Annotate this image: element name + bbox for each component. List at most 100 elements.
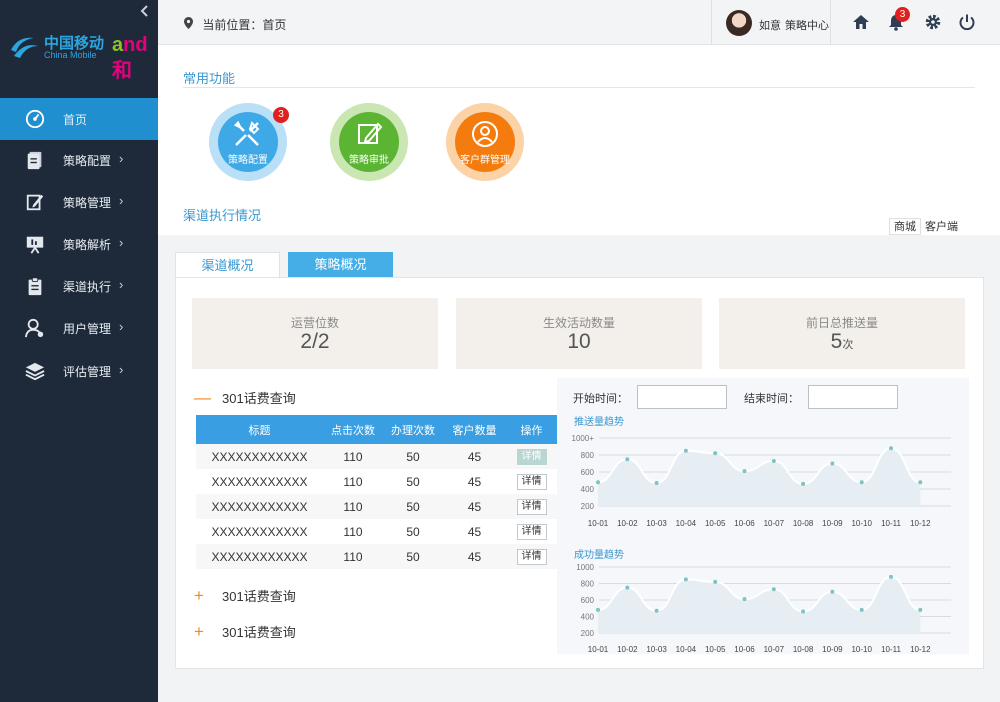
x-tick-label: 10-06 [734, 645, 755, 654]
y-tick-label: 200 [581, 502, 595, 511]
sidebar-item-strategy-analysis[interactable]: 策略解析 › [0, 223, 158, 265]
table-header: 客户数量 [443, 415, 506, 444]
sidebar-item-label: 评估管理 [63, 365, 112, 379]
segment-client[interactable]: 客户端 [921, 219, 962, 236]
clipboard-icon [28, 277, 42, 296]
table-header: 办理次数 [383, 415, 443, 444]
quick-strategy-approval-button[interactable]: 策略审批 [330, 103, 408, 181]
group-header-expanded[interactable]: — 301话费查询 [194, 388, 296, 408]
user-circle-icon [472, 121, 498, 147]
success-trend-chart: 1000 800 600 400 200 10-01 10-02 10-03 10-04 10-0… [576, 563, 951, 654]
table-row: XXXXXXXXXXXX 110 50 45 详情 [196, 519, 557, 544]
table-cell: 110 [343, 524, 363, 539]
presentation-icon [26, 236, 44, 254]
quick-function-label: 客户群管理 [460, 155, 510, 166]
x-tick-label: 10-02 [617, 645, 638, 654]
group-header-collapsed[interactable]: +301话费查询 [194, 622, 296, 642]
plus-icon: + [194, 586, 204, 605]
end-time-input[interactable] [808, 385, 898, 409]
notification-badge: 3 [895, 7, 910, 22]
x-tick-label: 10-12 [910, 645, 931, 654]
chevron-right-icon: › [119, 277, 124, 292]
kpi-value: 10 [567, 330, 591, 353]
kpi-card: 前日总推送量 5次 [719, 298, 965, 369]
data-point [918, 480, 923, 485]
x-tick-label: 10-05 [705, 645, 726, 654]
table-cell: 45 [443, 544, 506, 569]
sidebar-item-evaluation[interactable]: 评估管理 › [0, 350, 158, 392]
sidebar-item-home[interactable]: 首页 [0, 98, 158, 140]
x-tick-label: 10-02 [617, 519, 638, 528]
sidebar-item-strategy-manage[interactable]: 策略管理 › [0, 181, 158, 223]
kpi-value: 2/2 [300, 330, 330, 353]
sidebar-item-channel-exec[interactable]: 渠道执行 › [0, 265, 158, 307]
user-menu[interactable]: 如意 策略中心 [711, 0, 831, 45]
detail-button[interactable]: 详情 [516, 524, 547, 540]
chevron-left-icon[interactable] [140, 4, 150, 20]
data-point [713, 451, 718, 456]
home-icon[interactable] [852, 13, 870, 31]
tab-channel-overview[interactable]: 渠道概况 [175, 252, 280, 277]
chevron-right-icon: › [119, 235, 124, 250]
data-point [654, 608, 659, 613]
start-time-input[interactable] [637, 385, 727, 409]
table-cell: 110 [323, 494, 383, 519]
quick-function-label: 策略配置 [228, 155, 268, 166]
sidebar-item-label: 策略配置 [63, 154, 112, 168]
quick-badge: 3 [273, 107, 289, 123]
x-tick-label: 10-08 [793, 519, 814, 528]
table-cell: 110 [323, 444, 383, 469]
group-header-collapsed[interactable]: +301话费查询 [194, 586, 296, 606]
start-time-label: 开始时间： [573, 393, 628, 405]
table-header: 操作 [506, 415, 557, 444]
tab-strategy-overview[interactable]: 策略概况 [288, 252, 393, 277]
gear-icon[interactable] [924, 13, 942, 31]
detail-button[interactable]: 详情 [516, 549, 547, 565]
end-time-label: 结束时间： [744, 393, 799, 405]
quick-customer-group-button[interactable]: 客户群管理 [446, 103, 524, 181]
table-cell: XXXXXXXXXXXX [196, 544, 323, 569]
group-title: 301话费查询 [222, 589, 296, 604]
top-bar: 当前位置：首页 如意 策略中心 3 [158, 0, 1000, 45]
detail-button[interactable]: 详情 [516, 449, 547, 465]
kpi-card: 运营位数 2/2 [192, 298, 438, 369]
table-cell: 45 [443, 494, 506, 519]
brand-he-logo: and和 [112, 34, 148, 82]
divider [183, 87, 975, 88]
kpi-title: 生效活动数量 [542, 316, 615, 330]
user-center-label: 策略中心 [785, 20, 829, 32]
push-trend-title: 推送量趋势 [574, 417, 624, 428]
layers-icon [25, 362, 45, 381]
table-cell: 50 [406, 524, 420, 539]
y-tick-label: 600 [581, 596, 595, 605]
data-point [683, 448, 688, 453]
logo: 中国移动 China Mobile and和 [8, 30, 158, 82]
detail-button[interactable]: 详情 [516, 499, 547, 515]
segment-mall[interactable]: 商城 [889, 218, 921, 235]
chevron-right-icon: › [119, 151, 124, 166]
x-tick-label: 10-04 [676, 519, 697, 528]
y-tick-label: 1000 [576, 563, 594, 572]
data-point [889, 574, 893, 579]
chevron-right-icon: › [119, 319, 124, 334]
sidebar-item-strategy-config[interactable]: 策略配置 › [0, 139, 158, 181]
document-icon [27, 151, 42, 170]
data-point [830, 461, 835, 466]
y-tick-label: 200 [581, 629, 595, 638]
edit-icon [26, 194, 44, 211]
data-point [771, 458, 776, 463]
detail-button[interactable]: 详情 [516, 474, 547, 490]
minus-icon: — [194, 388, 211, 407]
table-cell: 110 [323, 544, 383, 569]
x-tick-label: 10-01 [588, 645, 609, 654]
table-cell: 110 [343, 474, 363, 489]
power-icon[interactable] [958, 13, 976, 31]
table-row: XXXXXXXXXXXX 110 50 45 详情 [196, 444, 557, 469]
y-tick-label: 800 [581, 451, 595, 460]
group-title: 301话费查询 [222, 625, 296, 640]
y-tick-label: 400 [581, 485, 595, 494]
sidebar-item-user-manage[interactable]: 用户管理 › [0, 307, 158, 349]
table-cell: 50 [406, 474, 420, 489]
table-header: 标题 [196, 415, 323, 444]
china-mobile-logo-icon [11, 37, 38, 58]
